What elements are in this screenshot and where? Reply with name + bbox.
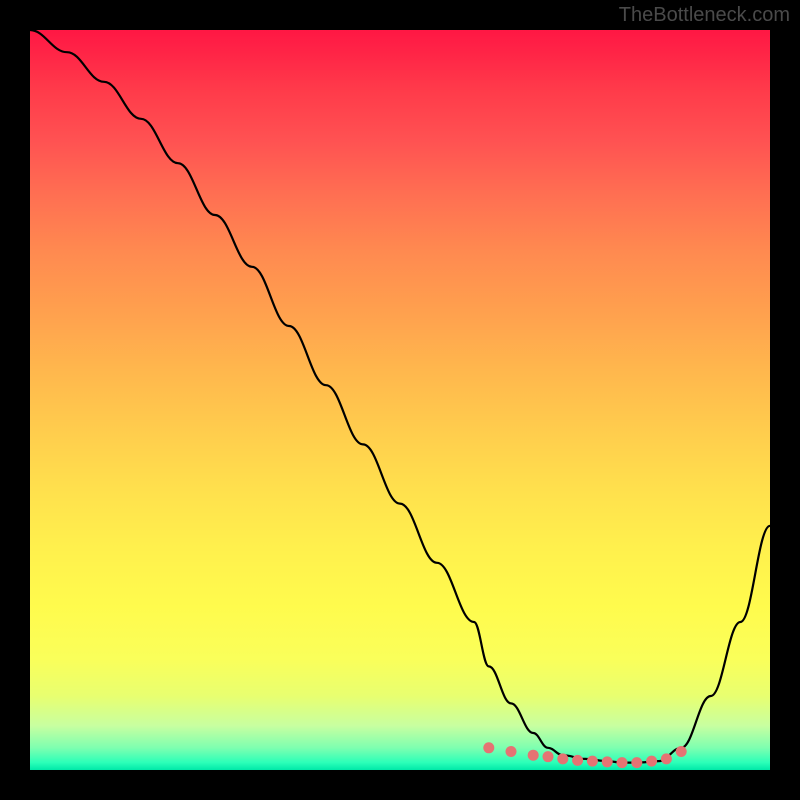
plot-area xyxy=(30,30,770,770)
chart-container: TheBottleneck.com xyxy=(0,0,800,800)
marker-dot xyxy=(631,757,642,768)
marker-dot xyxy=(676,746,687,757)
marker-dot xyxy=(661,753,672,764)
bottleneck-curve xyxy=(30,30,770,763)
optimal-range-dots xyxy=(483,742,686,768)
marker-dot xyxy=(557,753,568,764)
marker-dot xyxy=(646,756,657,767)
marker-dot xyxy=(506,746,517,757)
marker-dot xyxy=(602,756,613,767)
marker-dot xyxy=(483,742,494,753)
marker-dot xyxy=(528,750,539,761)
marker-dot xyxy=(572,755,583,766)
marker-dot xyxy=(543,751,554,762)
marker-dot xyxy=(587,756,598,767)
curve-svg xyxy=(30,30,770,770)
watermark-text: TheBottleneck.com xyxy=(619,4,790,27)
marker-dot xyxy=(617,757,628,768)
